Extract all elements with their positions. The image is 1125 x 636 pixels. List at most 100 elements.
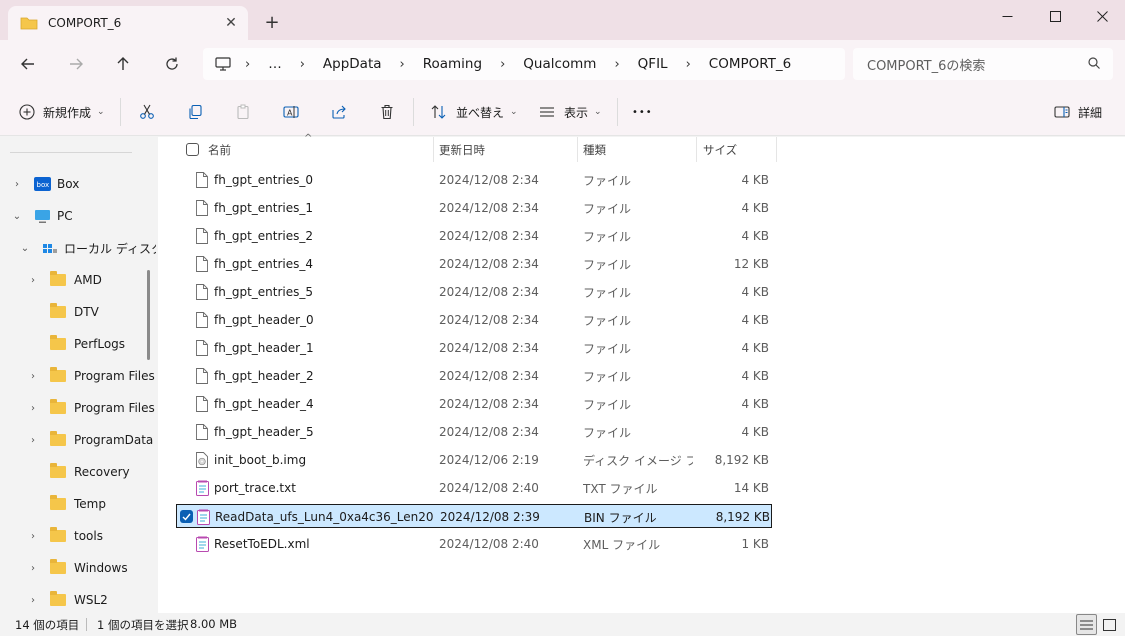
sidebar-item-tools[interactable]: tools: [50, 524, 103, 548]
address-row: › … › AppData › Roaming › Qualcomm › QFI…: [0, 40, 1125, 88]
minimize-button[interactable]: [984, 0, 1030, 32]
copy-button[interactable]: [186, 100, 204, 124]
file-row[interactable]: fh_gpt_entries_5 2024/12/08 2:34 ファイル 4 KB: [176, 280, 772, 304]
chevron-right-icon[interactable]: ›: [27, 530, 39, 542]
file-type: ファイル: [583, 369, 632, 384]
new-button[interactable]: 新規作成 ⌄: [18, 100, 105, 124]
column-divider[interactable]: [776, 137, 777, 162]
tab-close-icon[interactable]: ✕: [222, 14, 240, 32]
file-row[interactable]: init_boot_b.img 2024/12/06 2:19 ディスク イメージ …: [176, 448, 772, 472]
file-row[interactable]: fh_gpt_header_1 2024/12/08 2:34 ファイル 4 KB: [176, 336, 772, 360]
chevron-down-icon[interactable]: ⌄: [19, 242, 31, 254]
folder-icon: [50, 431, 66, 446]
file-row[interactable]: fh_gpt_entries_1 2024/12/08 2:34 ファイル 4 KB: [176, 196, 772, 220]
file-row[interactable]: fh_gpt_header_2 2024/12/08 2:34 ファイル 4 KB: [176, 364, 772, 388]
close-window-button[interactable]: [1079, 0, 1125, 32]
column-header-name[interactable]: 名前: [208, 137, 231, 162]
back-button[interactable]: [16, 52, 40, 76]
row-checkbox[interactable]: [180, 510, 193, 523]
breadcrumb-separator: ›: [614, 56, 620, 72]
file-modified: 2024/12/08 2:34: [439, 173, 539, 187]
chevron-right-icon[interactable]: ›: [11, 178, 23, 190]
file-row[interactable]: fh_gpt_entries_4 2024/12/08 2:34 ファイル 12 KB: [176, 252, 772, 276]
tab-comport-6[interactable]: COMPORT_6 ✕: [8, 6, 248, 40]
breadcrumb-qfil[interactable]: QFIL: [638, 56, 668, 72]
file-name: fh_gpt_entries_2: [214, 229, 313, 243]
breadcrumb-qualcomm[interactable]: Qualcomm: [523, 56, 596, 72]
sidebar-item-programdata[interactable]: ProgramData: [50, 428, 153, 452]
select-all-checkbox[interactable]: [186, 143, 199, 156]
breadcrumb-appdata[interactable]: AppData: [323, 56, 382, 72]
sidebar-item-local-disk[interactable]: ローカル ディスク: [42, 236, 156, 260]
notepad-icon: [196, 480, 209, 496]
sidebar-item-box[interactable]: box Box: [34, 172, 79, 196]
new-tab-button[interactable]: +: [262, 12, 282, 33]
sidebar-item-wsl2[interactable]: WSL2: [50, 588, 108, 612]
sidebar-label: Box: [57, 177, 80, 191]
sidebar-scrollbar[interactable]: [147, 270, 150, 360]
file-name: fh_gpt_header_5: [214, 425, 314, 439]
sidebar-item-program-files-x86[interactable]: Program Files: [50, 396, 155, 420]
details-pane-icon: [1053, 103, 1071, 121]
details-pane-button[interactable]: 詳細: [1053, 100, 1102, 124]
column-divider[interactable]: [696, 137, 697, 162]
chevron-right-icon[interactable]: ›: [27, 594, 39, 606]
rename-button[interactable]: A: [282, 100, 300, 124]
sidebar-item-dtv[interactable]: DTV: [50, 300, 99, 324]
chevron-right-icon[interactable]: ›: [27, 402, 39, 414]
item-count: 14 個の項目: [15, 618, 80, 632]
file-row[interactable]: port_trace.txt 2024/12/08 2:40 TXT ファイル 14 …: [176, 476, 772, 500]
breadcrumb-roaming[interactable]: Roaming: [423, 56, 482, 72]
refresh-button[interactable]: [160, 52, 184, 76]
chevron-down-icon[interactable]: ⌄: [11, 210, 23, 222]
file-row[interactable]: fh_gpt_header_4 2024/12/08 2:34 ファイル 4 KB: [176, 392, 772, 416]
column-header-modified[interactable]: 更新日時: [439, 137, 485, 162]
paste-button[interactable]: [234, 100, 252, 124]
file-row[interactable]: fh_gpt_entries_0 2024/12/08 2:34 ファイル 4 KB: [176, 168, 772, 192]
column-divider[interactable]: [577, 137, 578, 162]
sidebar-item-windows[interactable]: Windows: [50, 556, 128, 580]
address-bar[interactable]: › … › AppData › Roaming › Qualcomm › QFI…: [203, 48, 845, 80]
close-icon: [1096, 10, 1108, 22]
file-row[interactable]: fh_gpt_entries_2 2024/12/08 2:34 ファイル 4 KB: [176, 224, 772, 248]
sidebar-item-program-files[interactable]: Program Files: [50, 364, 155, 388]
arrow-left-icon: [21, 58, 34, 70]
more-options-button[interactable]: •••: [632, 100, 653, 124]
breadcrumb-comport-6[interactable]: COMPORT_6: [709, 56, 791, 72]
file-row[interactable]: fh_gpt_header_5 2024/12/08 2:34 ファイル 4 KB: [176, 420, 772, 444]
column-header-type[interactable]: 種類: [583, 137, 606, 162]
forward-button[interactable]: [64, 52, 88, 76]
up-button[interactable]: [111, 52, 135, 76]
checkmark-icon: [182, 513, 191, 521]
pc-icon[interactable]: [215, 57, 231, 71]
sort-button[interactable]: 並べ替え ⌄: [430, 100, 518, 124]
chevron-right-icon[interactable]: ›: [27, 274, 39, 286]
sidebar-item-amd[interactable]: AMD: [50, 268, 102, 292]
sidebar-label: PC: [57, 209, 73, 223]
view-button[interactable]: 表示 ⌄: [538, 100, 602, 124]
search-input[interactable]: COMPORT_6の検索: [853, 48, 1113, 80]
file-modified: 2024/12/08 2:34: [439, 397, 539, 411]
sidebar-item-temp[interactable]: Temp: [50, 492, 106, 516]
sidebar-item-pc[interactable]: PC: [34, 204, 73, 228]
chevron-right-icon[interactable]: ›: [27, 370, 39, 382]
column-header-size[interactable]: サイズ: [703, 137, 737, 162]
share-button[interactable]: [330, 100, 348, 124]
file-row[interactable]: fh_gpt_header_0 2024/12/08 2:34 ファイル 4 KB: [176, 308, 772, 332]
file-modified: 2024/12/08 2:40: [439, 481, 539, 495]
search-icon[interactable]: [1087, 56, 1101, 74]
maximize-button[interactable]: [1032, 0, 1078, 32]
chevron-right-icon[interactable]: ›: [27, 434, 39, 446]
details-view-button[interactable]: [1076, 614, 1097, 635]
tiles-view-button[interactable]: [1099, 614, 1120, 635]
sidebar-item-perflogs[interactable]: PerfLogs: [50, 332, 125, 356]
delete-button[interactable]: [378, 100, 396, 124]
breadcrumb-overflow[interactable]: …: [268, 56, 282, 72]
file-row[interactable]: ResetToEDL.xml 2024/12/08 2:40 XML ファイル 1 K…: [176, 532, 772, 556]
column-divider[interactable]: [433, 137, 434, 162]
chevron-right-icon[interactable]: ›: [27, 562, 39, 574]
file-row[interactable]: ReadData_ufs_Lun4_0xa4c36_Len2048_... 202…: [176, 504, 772, 528]
file-size: 4 KB: [741, 201, 769, 215]
cut-button[interactable]: [138, 100, 156, 124]
sidebar-item-recovery[interactable]: Recovery: [50, 460, 130, 484]
